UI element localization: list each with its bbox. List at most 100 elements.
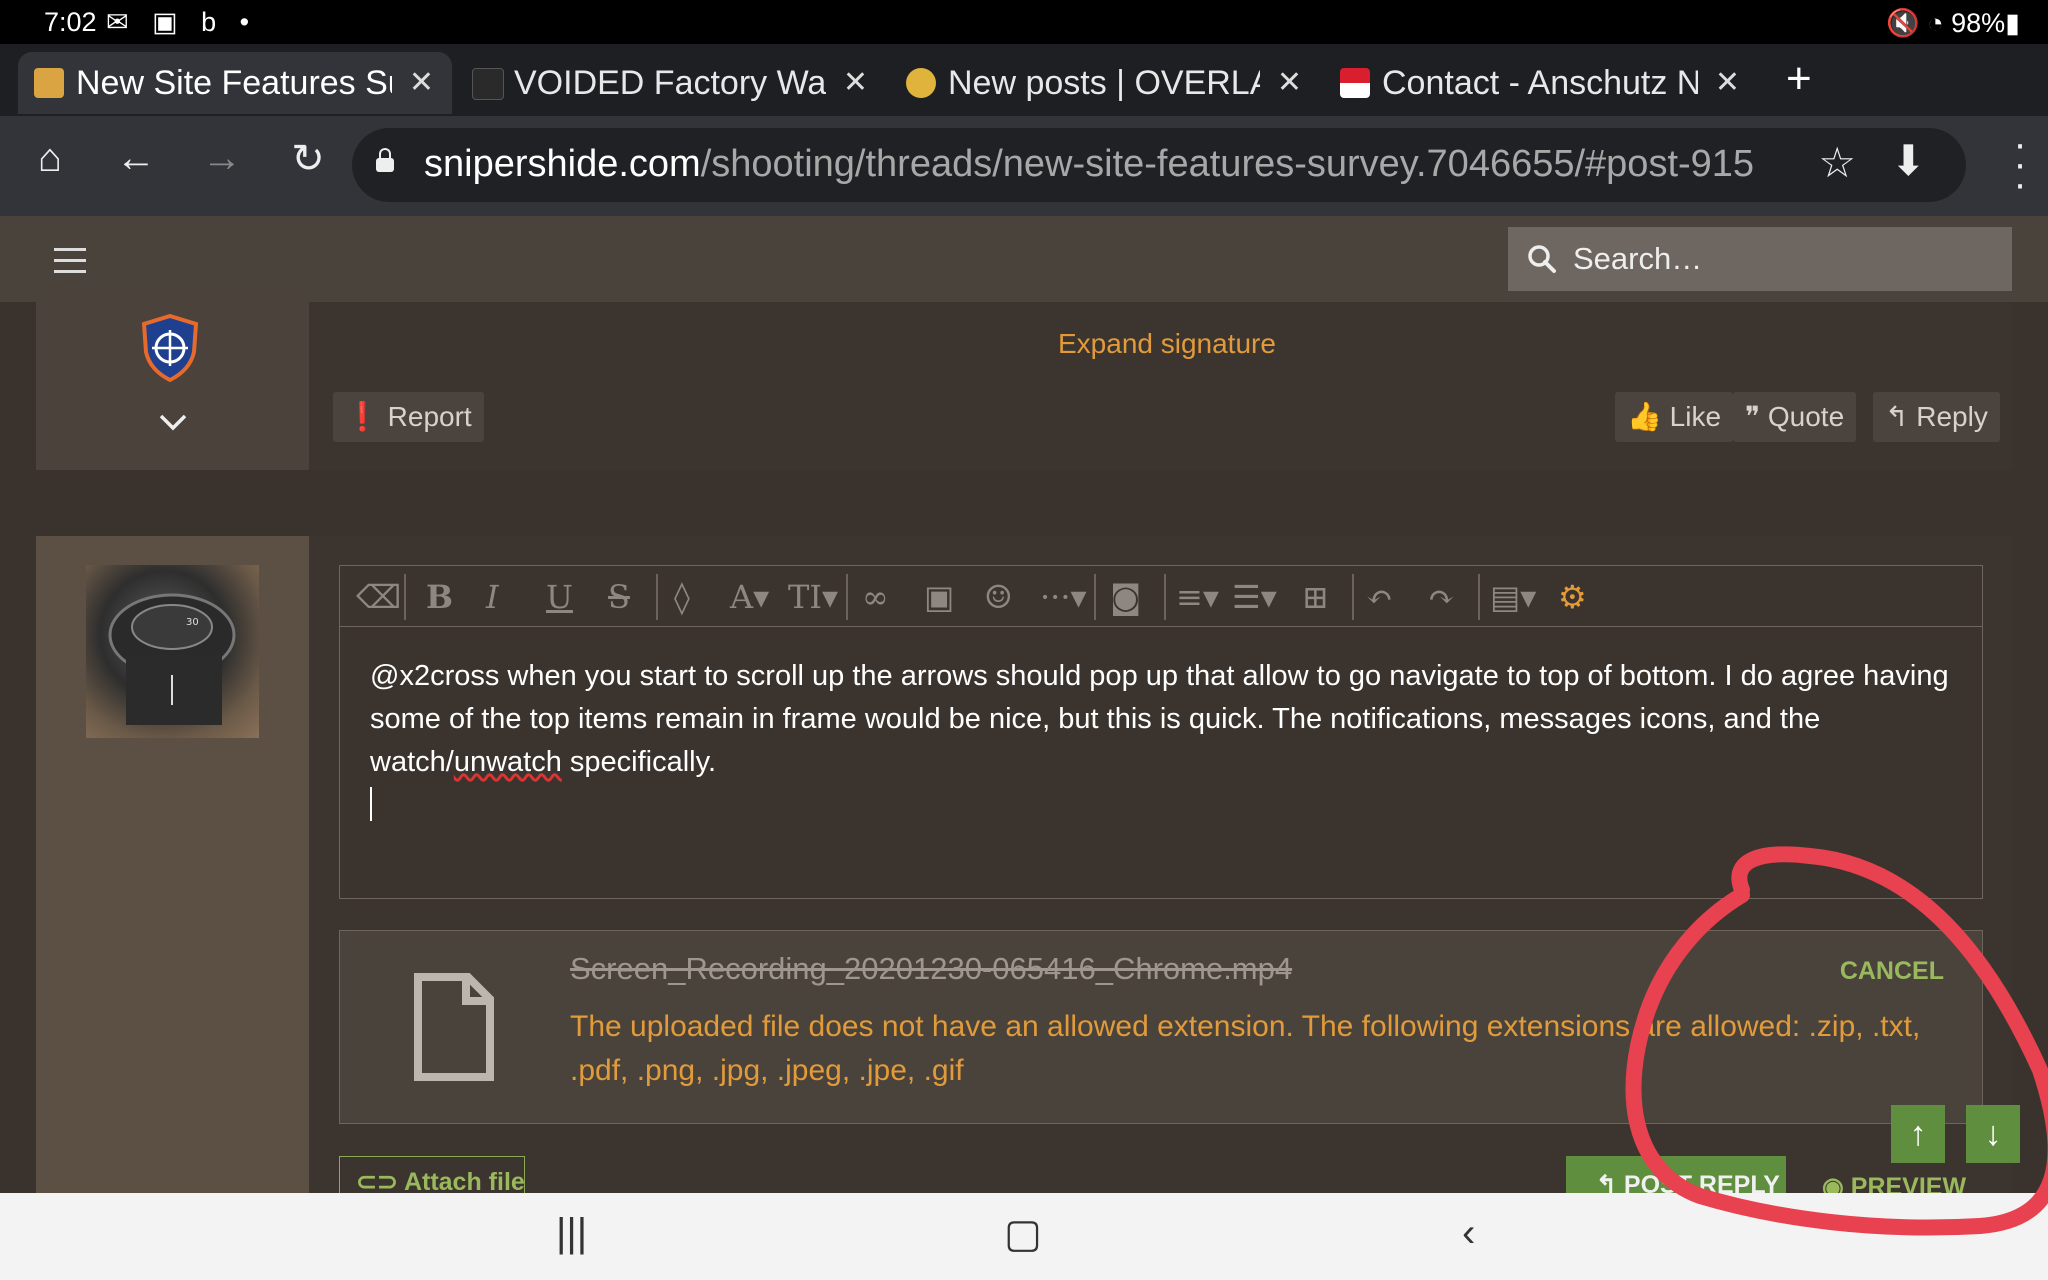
clock: 7:02 (44, 7, 97, 37)
reload-icon[interactable]: ↻ (278, 136, 338, 182)
report-label: Report (387, 401, 472, 432)
scroll-to-bottom-button[interactable]: ↓ (1966, 1105, 2020, 1163)
align-icon[interactable]: ≡▾ (1176, 578, 1219, 616)
notification-icons: ✉ ▣ b • (106, 7, 258, 37)
flag-favicon-icon (1340, 68, 1370, 98)
new-tab-button[interactable]: + (1786, 54, 1812, 104)
undo-icon[interactable]: ↶ (1366, 578, 1393, 616)
redo-icon[interactable]: ↷ (1428, 578, 1455, 616)
close-tab-icon[interactable]: ✕ (409, 52, 434, 114)
browser-toolbar: ⌂ ← → ↻ snipershide.com/shooting/threads… (0, 116, 2048, 216)
bookmark-star-icon[interactable]: ☆ (1818, 138, 1856, 187)
forward-arrow-icon[interactable]: → (192, 136, 252, 181)
scroll-to-top-button[interactable]: ↑ (1891, 1105, 1945, 1163)
url-text[interactable]: snipershide.com/shooting/threads/new-sit… (424, 143, 1804, 186)
editor-content[interactable]: @x2cross when you start to scroll up the… (370, 655, 1960, 784)
post-user-panel (36, 302, 309, 470)
file-icon (414, 973, 494, 1081)
hamburger-menu-icon[interactable] (54, 248, 86, 281)
cancel-upload-button[interactable]: CANCEL (1840, 957, 1944, 986)
attach-files-button[interactable]: ⊂⊃ Attach files (339, 1156, 525, 1196)
save-draft-icon[interactable]: ▤▾ (1490, 578, 1536, 616)
text-caret (370, 787, 372, 821)
editor-text-part: specifically. (561, 746, 717, 778)
like-button[interactable]: 👍 Like (1615, 392, 1734, 442)
link-icon[interactable]: ∞ (862, 578, 889, 616)
quote-button[interactable]: ❞ Quote (1733, 392, 1857, 442)
snipershide-favicon-icon (34, 68, 64, 98)
home-button-icon[interactable]: ▢ (1004, 1211, 1042, 1257)
back-arrow-icon[interactable]: ← (106, 136, 166, 181)
eraser-icon[interactable]: ⌫ (356, 578, 401, 616)
home-icon[interactable]: ⌂ (20, 136, 80, 181)
camera-icon[interactable]: ◙ (1110, 578, 1141, 616)
tab-title: Contact - Anschutz North (1382, 64, 1698, 102)
bold-icon[interactable]: B (426, 578, 453, 616)
close-tab-icon[interactable]: ✕ (1715, 52, 1740, 114)
close-tab-icon[interactable]: ✕ (843, 52, 868, 114)
attach-files-label: Attach files (403, 1168, 525, 1196)
close-tab-icon[interactable]: ✕ (1277, 52, 1302, 114)
search-input[interactable]: Search… (1508, 227, 2012, 291)
report-button[interactable]: ❗ Report (333, 392, 484, 442)
table-icon[interactable]: ⊞ (1302, 578, 1329, 616)
like-label: Like (1669, 401, 1722, 432)
attachment-upload-panel: Screen_Recording_20201230-065416_Chrome.… (339, 930, 1983, 1124)
alert-icon: ❗ (345, 401, 380, 432)
reply-button[interactable]: ↰ Reply (1873, 392, 2000, 442)
tab-favicon-icon (472, 68, 504, 100)
overland-favicon-icon (906, 68, 936, 98)
system-status: 🔇 ◔ 98%▮ (1886, 8, 2020, 38)
message-editor[interactable]: @x2cross when you start to scroll up the… (339, 627, 1983, 899)
tab-anschutz[interactable]: Contact - Anschutz North ✕ (1324, 52, 1758, 114)
text-color-icon[interactable]: ◊ (674, 578, 690, 616)
avatar: 30 (86, 565, 259, 738)
browser-menu-icon[interactable]: · · · (2010, 124, 2030, 204)
expand-signature-link[interactable]: Expand signature (1058, 328, 1276, 360)
chevron-down-icon[interactable] (158, 412, 188, 432)
user-badge-shield-icon (141, 314, 199, 382)
strikethrough-icon[interactable]: S (608, 578, 630, 616)
reply-label: Reply (1916, 401, 1988, 432)
paperclip-icon: ⊂⊃ (356, 1168, 398, 1196)
recent-apps-icon[interactable]: ||| (556, 1211, 587, 1256)
thumbs-up-icon: 👍 (1627, 401, 1662, 432)
post-reply-button[interactable]: ↰ POST REPLY (1566, 1156, 1786, 1196)
underline-icon[interactable]: U (546, 578, 573, 616)
system-navigation-bar: ||| ▢ ‹ (0, 1193, 2048, 1280)
editor-toolbar: ⌫ B I U S ◊ A▾ TI▾ ∞ ▣ ☺ ···▾ ◙ ≡▾ ☰▾ ⊞ … (339, 565, 1983, 627)
download-icon[interactable]: ⬇ (1891, 136, 1926, 185)
quote-icon: ❞ (1745, 401, 1761, 432)
italic-icon[interactable]: I (486, 578, 499, 616)
site-header: Search… (0, 216, 2048, 302)
smiley-icon[interactable]: ☺ (984, 578, 1013, 616)
more-options-icon[interactable]: ···▾ (1040, 578, 1087, 616)
tab-title: New posts | OVERLAND (948, 64, 1260, 102)
tab-title: VOIDED Factory Warranty (514, 64, 826, 102)
quote-label: Quote (1767, 401, 1845, 432)
search-placeholder: Search… (1573, 241, 1703, 276)
back-icon[interactable]: ‹ (1462, 1211, 1475, 1256)
url-bar[interactable]: snipershide.com/shooting/threads/new-sit… (352, 128, 1966, 202)
image-icon[interactable]: ▣ (924, 578, 954, 616)
gear-icon[interactable]: ⚙ (1558, 578, 1587, 616)
font-family-icon[interactable]: A▾ (730, 578, 769, 616)
misspelled-word[interactable]: unwatch (454, 746, 562, 778)
uploaded-file-name: Screen_Recording_20201230-065416_Chrome.… (570, 951, 1293, 986)
tab-new-site-features[interactable]: New Site Features Survey ✕ (18, 52, 452, 114)
lock-icon (376, 148, 394, 172)
svg-text:30: 30 (186, 617, 199, 628)
upload-error-message: The uploaded file does not have an allow… (570, 1010, 1921, 1087)
scope-turret-image: 30 (108, 593, 236, 725)
url-path: /shooting/threads/new-site-features-surv… (700, 143, 1755, 185)
search-icon (1528, 245, 1556, 273)
tab-overland[interactable]: New posts | OVERLAND ✕ (890, 52, 1320, 114)
tab-voided-warranty[interactable]: VOIDED Factory Warranty ✕ (456, 52, 886, 114)
tab-strip: New Site Features Survey ✕ VOIDED Factor… (0, 44, 2048, 116)
tab-title: New Site Features Survey (76, 64, 392, 102)
url-domain: snipershide.com (424, 143, 701, 185)
list-icon[interactable]: ☰▾ (1232, 578, 1277, 616)
status-bar: 7:02 ✉ ▣ b • 🔇 ◔ 98%▮ (0, 0, 2048, 44)
font-size-icon[interactable]: TI▾ (788, 578, 838, 616)
reply-arrow-icon: ↰ (1885, 401, 1909, 432)
